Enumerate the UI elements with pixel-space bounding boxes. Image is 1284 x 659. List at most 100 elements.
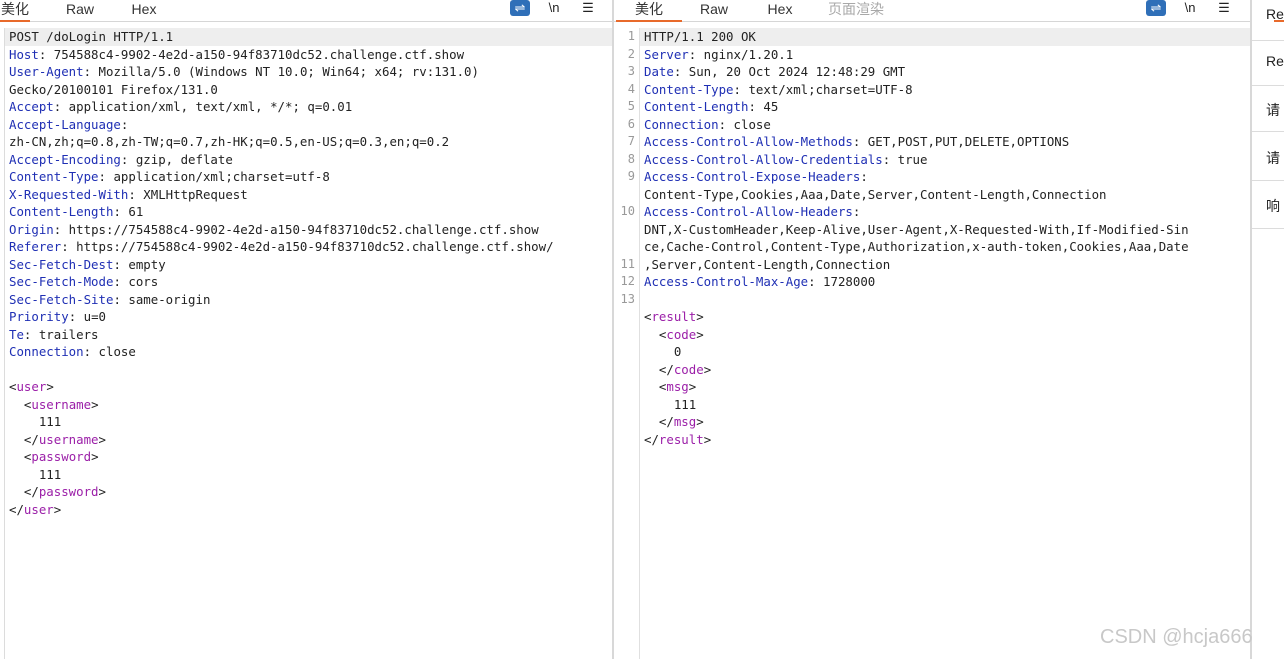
request-tab-hex[interactable]: Hex (124, 0, 164, 22)
line-number: 7 (627, 134, 635, 148)
response-line: </result> (640, 431, 1250, 449)
code-text: Gecko/20100101 Firefox/131.0 (9, 81, 218, 97)
response-tab-pretty[interactable]: 美化 (616, 0, 682, 22)
request-line: POST /doLogin HTTP/1.1 (5, 28, 612, 46)
response-line: 111 (640, 396, 1250, 414)
xml-tag-name: result (658, 431, 704, 447)
code-text: > (98, 431, 106, 447)
inspector-item-response[interactable]: 响 (1266, 196, 1280, 216)
request-line: Gecko/20100101 Firefox/131.0 (5, 81, 612, 99)
code-text: > (703, 431, 712, 447)
response-tab-raw[interactable]: Raw (694, 0, 734, 22)
header-name: Access-Control-Allow-Methods (644, 134, 853, 149)
response-line (640, 291, 1250, 309)
response-line: Server: nginx/1.20.1 (640, 46, 1250, 64)
code-text: : GET,POST,PUT,DELETE,OPTIONS (852, 134, 1070, 149)
line-number: 13 (620, 291, 635, 306)
code-text: : cors (113, 274, 159, 289)
header-name: Content-Length (644, 99, 749, 114)
request-line: Origin: https://754588c4-9902-4e2d-a150-… (5, 221, 612, 239)
request-line: Sec-Fetch-Dest: empty (5, 256, 612, 274)
line-number (614, 413, 639, 431)
response-line: HTTP/1.1 200 OK (640, 28, 1250, 46)
response-menu-icon[interactable]: ☰ (1214, 0, 1234, 16)
header-name: Date (644, 64, 674, 79)
request-line: </password> (5, 483, 612, 501)
line-number (614, 396, 639, 414)
code-text: : empty (113, 256, 166, 272)
newline-toggle-button[interactable]: \n (544, 0, 564, 16)
header-name: Te (9, 326, 24, 342)
request-line: </username> (5, 431, 612, 449)
response-line: Content-Length: 45 (640, 98, 1250, 116)
code-text: : https://754588c4-9902-4e2d-a150-94f837… (61, 239, 554, 254)
divider (1252, 85, 1284, 86)
divider (1252, 180, 1284, 181)
divider (1252, 228, 1284, 229)
xml-tag-name: user (23, 501, 54, 517)
request-line: Te: trailers (5, 326, 612, 344)
response-tab-hex[interactable]: Hex (760, 0, 800, 22)
response-line: Access-Control-Allow-Methods: GET,POST,P… (640, 133, 1250, 151)
code-text: ce,Cache-Control,Content-Type,Authorizat… (644, 239, 1189, 254)
inspector-item-request[interactable]: 请 (1266, 148, 1280, 168)
request-line (5, 361, 612, 379)
code-text: : application/xml, text/xml, */*; q=0.01 (53, 99, 353, 114)
request-line: Priority: u=0 (5, 308, 612, 326)
inspector-panel: Re Re 请 请 响 (1252, 0, 1284, 659)
wrap-lines-button[interactable]: ⇌ (510, 0, 530, 16)
code-text: : gzip, deflate (120, 151, 233, 167)
line-number: 2 (627, 46, 635, 61)
request-line: 111 (5, 413, 612, 431)
line-number (614, 308, 639, 326)
code-text: : (852, 204, 861, 219)
code-text: > (53, 501, 62, 517)
inspector-item-3[interactable]: 请 (1266, 100, 1280, 120)
response-wrap-lines-button[interactable]: ⇌ (1146, 0, 1166, 16)
header-name: Accept-Language (9, 116, 121, 132)
code-text: : 61 (113, 204, 144, 219)
code-text: > (91, 449, 99, 464)
header-name: Connection (644, 116, 719, 132)
inspector-item-2[interactable]: Re (1266, 53, 1284, 69)
response-line: Content-Type: text/xml;charset=UTF-8 (640, 81, 1250, 99)
response-line: Access-Control-Allow-Credentials: true (640, 151, 1250, 169)
response-line: Access-Control-Allow-Headers: (640, 203, 1250, 221)
response-tab-render[interactable]: 页面渲染 (824, 0, 888, 22)
response-pane: 美化 Raw Hex 页面渲染 ⇌ \n ☰ 123456789 10 11 12… (614, 0, 1250, 659)
request-tab-pretty[interactable]: 美化 (0, 0, 30, 22)
line-number: 5 (627, 99, 635, 113)
response-editor[interactable]: HTTP/1.1 200 OK Server: nginx/1.20.1 Date:… (640, 28, 1250, 659)
response-newline-toggle-button[interactable]: \n (1180, 0, 1200, 16)
request-line: Sec-Fetch-Site: same-origin (5, 291, 612, 309)
header-name: Sec-Fetch-Mode (9, 274, 114, 289)
code-text: 0 (644, 344, 682, 359)
request-line: Accept: application/xml, text/xml, */*; … (5, 98, 612, 116)
header-name: Access-Control-Max-Age (644, 274, 809, 289)
code-text: : close (718, 116, 771, 132)
watermark: CSDN @hcja666 (1100, 626, 1253, 648)
code-text: < (9, 396, 32, 412)
code-text: : (120, 116, 129, 132)
header-name: Referer (9, 239, 62, 254)
request-tab-raw[interactable]: Raw (60, 0, 100, 22)
code-text: 111 (644, 396, 697, 412)
divider (1252, 131, 1284, 132)
header-name: Server (644, 46, 689, 62)
request-menu-icon[interactable]: ☰ (578, 0, 598, 16)
request-line: zh-CN,zh;q=0.8,zh-TW;q=0.7,zh-HK;q=0.5,e… (5, 133, 612, 151)
line-number: 12 (620, 274, 635, 288)
code-text: : (860, 169, 868, 184)
xml-tag-name: result (651, 309, 697, 324)
code-text: : trailers (23, 326, 99, 342)
code-text: Content-Type,Cookies,Aaa,Date,Server,Con… (644, 186, 1107, 202)
request-line: </user> (5, 501, 612, 519)
code-text: : Mozilla/5.0 (Windows NT 10.0; Win64; x… (83, 64, 479, 79)
request-editor[interactable]: POST /doLogin HTTP/1.1 Host: 754588c4-990… (4, 28, 612, 659)
request-line: <username> (5, 396, 612, 414)
code-text: : 1728000 (808, 274, 876, 289)
code-text: </ (9, 484, 39, 499)
xml-tag-name: code (673, 361, 704, 377)
response-line: </msg> (640, 413, 1250, 431)
inspector-item-1[interactable]: Re (1266, 6, 1284, 22)
